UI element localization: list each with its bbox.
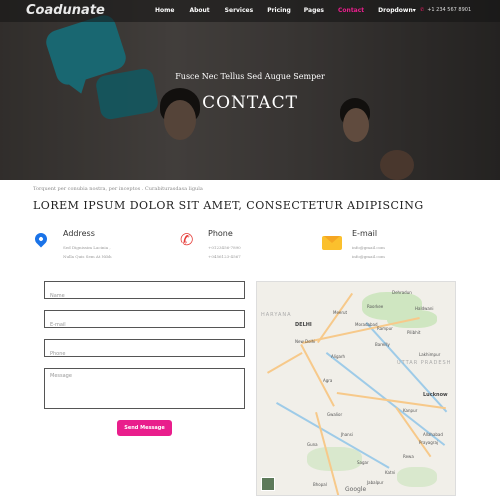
- map-city-label: Meerut: [333, 310, 348, 315]
- map-city-label: Guna: [307, 442, 318, 447]
- map-city-label: New Delhi: [295, 339, 316, 344]
- map-satellite-toggle[interactable]: [261, 477, 275, 491]
- map-state-label: UTTAR PRADESH: [397, 360, 452, 366]
- map-forest-area: [397, 467, 437, 487]
- phone-icon: ✆: [420, 7, 425, 13]
- phone-line: +0456123-4567: [208, 254, 241, 259]
- phone-field[interactable]: [45, 346, 244, 362]
- phone-handset-icon: ✆: [180, 230, 194, 249]
- address-title: Address: [63, 229, 95, 238]
- map-city-label: Katni: [385, 470, 396, 475]
- nav-item-pages[interactable]: Pages: [304, 7, 324, 14]
- map-city-label: Bareilly: [375, 342, 390, 347]
- map-city-label: Rampur: [377, 326, 393, 331]
- breadcrumb: Torquent per conubia nostra, per incepto…: [33, 186, 203, 192]
- hero-banner: Coadunate Home About Services Pricing Pa…: [0, 0, 500, 180]
- hero-subtitle: Fusce Nec Tellus Sed Augue Semper: [175, 72, 325, 81]
- address-line: Sed Dignissim Lacinia ,: [63, 245, 111, 250]
- nav-item-dropdown-label: Dropdown: [378, 7, 413, 14]
- name-field[interactable]: [45, 288, 244, 304]
- nav-item-about[interactable]: About: [189, 7, 209, 14]
- map-city-label: Moradabad: [355, 322, 378, 327]
- section-heading: LOREM IPSUM DOLOR SIT AMET, CONSECTETUR …: [33, 199, 424, 212]
- page-title: CONTACT: [202, 93, 298, 113]
- google-map[interactable]: HARYANA UTTAR PRADESH Dehradun Haldwani …: [256, 281, 456, 496]
- map-city-label: Gwalior: [327, 412, 343, 417]
- site-logo[interactable]: Coadunate: [26, 3, 105, 18]
- page: Coadunate Home About Services Pricing Pa…: [0, 0, 500, 500]
- map-city-label: Rewa: [403, 454, 414, 459]
- map-city-label: DELHI: [295, 322, 312, 328]
- nav-item-home[interactable]: Home: [155, 7, 174, 14]
- map-city-label: Roorkee: [367, 304, 384, 309]
- map-city-label: Pilibhit: [407, 330, 421, 335]
- message-field[interactable]: [45, 369, 244, 408]
- top-navbar: Coadunate Home About Services Pricing Pa…: [0, 0, 500, 22]
- map-city-label: Kanpur: [403, 408, 418, 413]
- map-city-label: Lucknow: [423, 392, 448, 398]
- email-line: info@gmail.com: [352, 254, 385, 259]
- phone-line: +0123456-7890: [208, 245, 241, 250]
- top-phone-number: +1 234 567 8901: [427, 7, 472, 13]
- email-field[interactable]: [45, 317, 244, 333]
- email-line: info@gmail.com: [352, 245, 385, 250]
- nav-item-contact[interactable]: Contact: [338, 7, 364, 14]
- location-pin-icon: [32, 230, 50, 248]
- map-city-label: Aligarh: [331, 354, 346, 359]
- hero-overlay: [0, 0, 500, 180]
- map-city-label: Lakhimpur: [419, 352, 441, 357]
- map-forest-area: [307, 447, 362, 471]
- map-city-label: Sagar: [357, 460, 369, 465]
- name-field-wrap: [44, 281, 245, 304]
- phone-title: Phone: [208, 229, 233, 238]
- email-title: E-mail: [352, 229, 378, 238]
- nav-item-pricing[interactable]: Pricing: [267, 7, 291, 14]
- map-city-label: Dehradun: [392, 290, 412, 295]
- map-city-label: Prayagraj: [419, 440, 439, 445]
- envelope-icon: [322, 236, 342, 250]
- message-field-wrap: [44, 368, 245, 409]
- nav-item-services[interactable]: Services: [225, 7, 254, 14]
- address-line: Nulla Quis Sem At Nibh: [63, 254, 112, 259]
- top-phone: ✆ +1 234 567 8901: [420, 7, 471, 13]
- map-attribution: Google: [345, 486, 367, 493]
- phone-field-wrap: [44, 339, 245, 362]
- map-city-label: Jhansi: [341, 432, 353, 437]
- main-nav: Home About Services Pricing Pages Contac…: [155, 7, 416, 14]
- chevron-down-icon: ▾: [412, 7, 416, 14]
- map-state-label: HARYANA: [261, 312, 292, 318]
- map-city-label: Jabalpur: [367, 480, 384, 485]
- map-city-label: Bhopal: [313, 482, 327, 487]
- email-field-wrap: [44, 310, 245, 333]
- send-message-button[interactable]: Send Message: [117, 420, 172, 436]
- map-city-label: Agra: [323, 378, 333, 383]
- nav-item-dropdown[interactable]: Dropdown ▾: [378, 7, 416, 14]
- map-road: [267, 352, 303, 374]
- map-city-label: Allahabad: [423, 432, 443, 437]
- map-city-label: Haldwani: [415, 306, 434, 311]
